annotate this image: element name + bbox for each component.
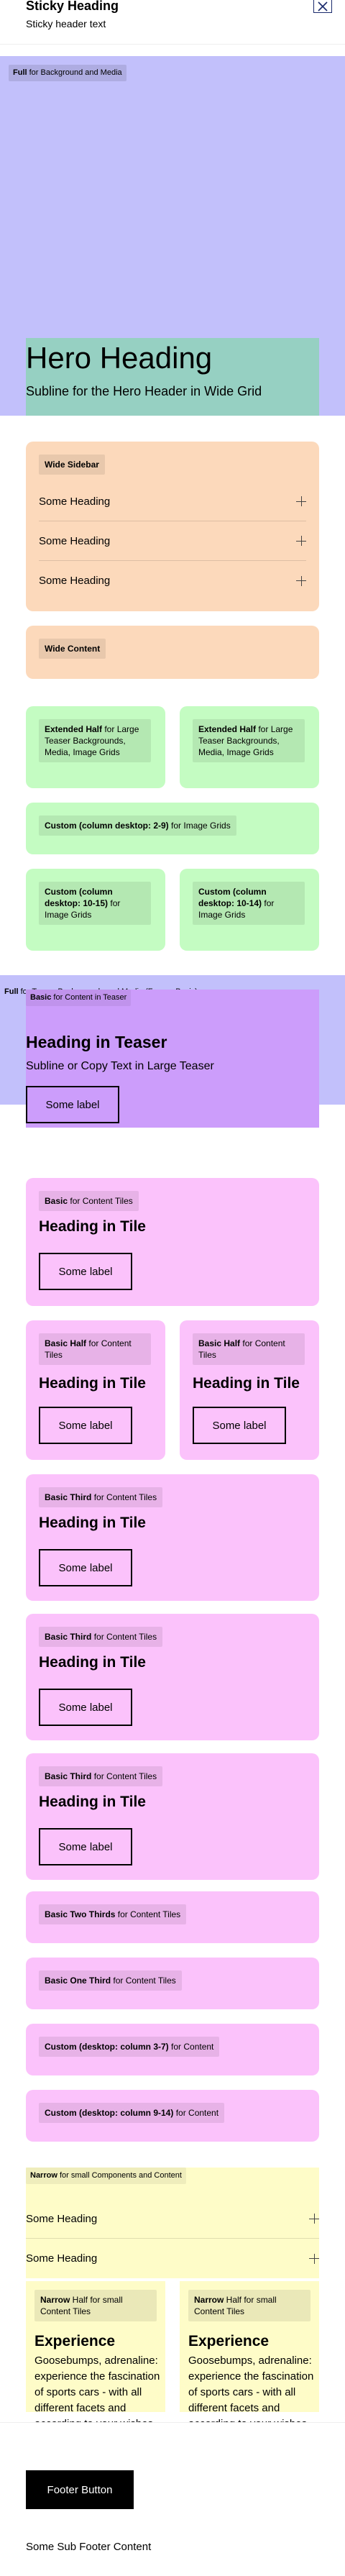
accordion-item[interactable]: Some Heading xyxy=(39,521,306,561)
tile-heading: Heading in Tile xyxy=(39,1375,146,1392)
tile-button[interactable]: Some label xyxy=(39,1828,132,1865)
teaser-subline: Subline or Copy Text in Large Teaser xyxy=(26,1060,214,1072)
tile-button[interactable]: Some label xyxy=(39,1407,132,1444)
tile-text: Goosebumps, adrenaline: experience the f… xyxy=(188,2355,314,2430)
basic-third-card: Basic Third for Content Tiles Heading in… xyxy=(26,1753,319,1880)
wide-sidebar-card: Wide Sidebar Some Heading Some Heading S… xyxy=(26,442,319,611)
close-button[interactable] xyxy=(313,0,332,13)
tile-heading: Heading in Tile xyxy=(39,1218,146,1235)
basic-third-card: Basic Third for Content Tiles Heading in… xyxy=(26,1474,319,1601)
section-tag: Basic Third for Content Tiles xyxy=(39,1766,163,1786)
section-tag: Basic One Third for Content Tiles xyxy=(39,1970,182,1991)
custom-column-card: Custom (column desktop: 10-15) for Image… xyxy=(26,869,165,951)
tile-button[interactable]: Some label xyxy=(193,1407,286,1444)
basic-tile-card: Basic for Content Tiles Heading in Tile … xyxy=(26,1178,319,1306)
accordion-heading: Some Heading xyxy=(39,575,111,587)
hero-subline: Subline for the Hero Header in Wide Grid xyxy=(26,384,262,398)
extended-half-card: Extended Half for Large Teaser Backgroun… xyxy=(180,706,319,788)
section-tag: Basic Third for Content Tiles xyxy=(39,1487,163,1507)
plus-icon xyxy=(296,536,306,546)
sticky-subtext: Sticky header text xyxy=(26,18,106,29)
custom-content-card: Custom (desktop: column 9-14) for Conten… xyxy=(26,2090,319,2142)
section-tag: Basic Two Thirds for Content Tiles xyxy=(39,1904,187,1924)
narrow-section: Narrow for small Components and Content … xyxy=(26,2168,319,2278)
plus-icon xyxy=(296,575,306,586)
tile-heading: Heading in Tile xyxy=(39,1515,146,1531)
hero-heading: Hero Heading xyxy=(26,341,213,375)
tile-button[interactable]: Some label xyxy=(39,1253,132,1290)
teaser-heading: Heading in Teaser xyxy=(26,1033,167,1051)
footer: Footer Button Some Sub Footer Content xyxy=(0,2422,345,2576)
section-tag: Extended Half for Large Teaser Backgroun… xyxy=(193,719,305,762)
section-tag: Custom (column desktop: 10-15) for Image… xyxy=(39,882,151,925)
section-tag: Full for Background and Media xyxy=(9,65,126,81)
tile-heading: Experience xyxy=(188,2333,270,2349)
custom-column-card: Custom (column desktop: 2-9) for Image G… xyxy=(26,803,319,854)
section-tag: Custom (desktop: column 9-14) for Conten… xyxy=(39,2103,225,2123)
basic-one-third-card: Basic One Third for Content Tiles xyxy=(26,1958,319,2009)
basic-half-card: Basic Half for Content Tiles Heading in … xyxy=(180,1320,319,1460)
custom-column-card: Custom (column desktop: 10-14) for Image… xyxy=(180,869,319,951)
tile-heading: Heading in Tile xyxy=(39,1654,146,1671)
accordion-heading: Some Heading xyxy=(26,2252,98,2265)
section-tag: Narrow Half for small Content Tiles xyxy=(34,2290,157,2321)
basic-two-thirds-card: Basic Two Thirds for Content Tiles xyxy=(26,1891,319,1943)
accordion-item[interactable]: Some Heading xyxy=(39,482,306,521)
section-tag: Wide Sidebar xyxy=(39,455,105,475)
custom-content-card: Custom (desktop: column 3-7) for Content xyxy=(26,2024,319,2075)
tile-button[interactable]: Some label xyxy=(39,1549,132,1586)
plus-icon xyxy=(309,2253,319,2264)
section-tag: Custom (column desktop: 10-14) for Image… xyxy=(193,882,305,925)
sticky-heading: Sticky Heading xyxy=(26,0,119,13)
footer-sub-content: Some Sub Footer Content xyxy=(26,2541,152,2553)
accordion-item[interactable]: Some Heading xyxy=(26,2199,319,2239)
tile-button[interactable]: Some label xyxy=(39,1689,132,1726)
section-tag: Wide Content xyxy=(39,639,106,659)
close-icon xyxy=(318,1,328,12)
section-tag: Basic Half for Content Tiles xyxy=(193,1333,305,1365)
section-tag: Custom (desktop: column 3-7) for Content xyxy=(39,2037,220,2057)
footer-button[interactable]: Footer Button xyxy=(26,2470,134,2509)
basic-half-card: Basic Half for Content Tiles Heading in … xyxy=(26,1320,165,1460)
accordion-heading: Some Heading xyxy=(26,2212,98,2225)
section-tag: Extended Half for Large Teaser Backgroun… xyxy=(39,719,151,762)
section-tag: Basic for Content in Teaser xyxy=(26,990,132,1006)
plus-icon xyxy=(309,2214,319,2224)
section-tag: Narrow Half for small Content Tiles xyxy=(188,2290,310,2321)
accordion-heading: Some Heading xyxy=(39,534,111,547)
plus-icon xyxy=(296,496,306,506)
section-tag: Basic for Content Tiles xyxy=(39,1191,139,1211)
tile-heading: Heading in Tile xyxy=(39,1794,146,1810)
section-tag: Narrow for small Components and Content xyxy=(26,2168,186,2184)
teaser-content-box: Basic for Content in Teaser Heading in T… xyxy=(26,990,319,1128)
tile-text: Goosebumps, adrenaline: experience the f… xyxy=(34,2355,160,2430)
tile-heading: Experience xyxy=(34,2333,116,2349)
wide-content-card: Wide Content xyxy=(26,626,319,679)
accordion-item[interactable]: Some Heading xyxy=(26,2239,319,2278)
narrow-half-tile: Narrow Half for small Content Tiles Expe… xyxy=(26,2281,165,2430)
tile-heading: Heading in Tile xyxy=(193,1375,300,1392)
narrow-half-tile: Narrow Half for small Content Tiles Expe… xyxy=(180,2281,319,2430)
accordion-item[interactable]: Some Heading xyxy=(39,561,306,600)
section-tag: Basic Third for Content Tiles xyxy=(39,1627,163,1647)
section-tag: Basic Half for Content Tiles xyxy=(39,1333,151,1365)
basic-third-card: Basic Third for Content Tiles Heading in… xyxy=(26,1614,319,1740)
section-tag: Custom (column desktop: 2-9) for Image G… xyxy=(39,816,236,836)
extended-half-card: Extended Half for Large Teaser Backgroun… xyxy=(26,706,165,788)
teaser-button[interactable]: Some label xyxy=(26,1086,119,1123)
accordion-heading: Some Heading xyxy=(39,495,111,508)
sticky-header: Sticky Heading Sticky header text xyxy=(0,0,345,45)
